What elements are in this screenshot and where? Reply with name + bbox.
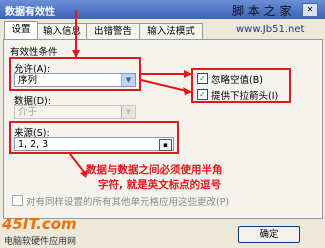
brand-logo: 45IT.com bbox=[2, 215, 77, 233]
brand-tagline: 电脑软硬件应用网 bbox=[4, 237, 77, 247]
annotation-arrows-icon bbox=[69, 12, 192, 178]
apply-all-label: 对有同样设置的所有其他单元格应用这些更改(P) bbox=[26, 197, 230, 208]
ok-button[interactable]: 确定 bbox=[238, 226, 300, 243]
annotation-line-2: 字符, 就是英文标点的逗号 bbox=[98, 179, 222, 191]
annotation-line-1: 数据与数据之间必须使用半角 bbox=[86, 164, 223, 176]
apply-all-checkbox[interactable] bbox=[12, 195, 23, 206]
